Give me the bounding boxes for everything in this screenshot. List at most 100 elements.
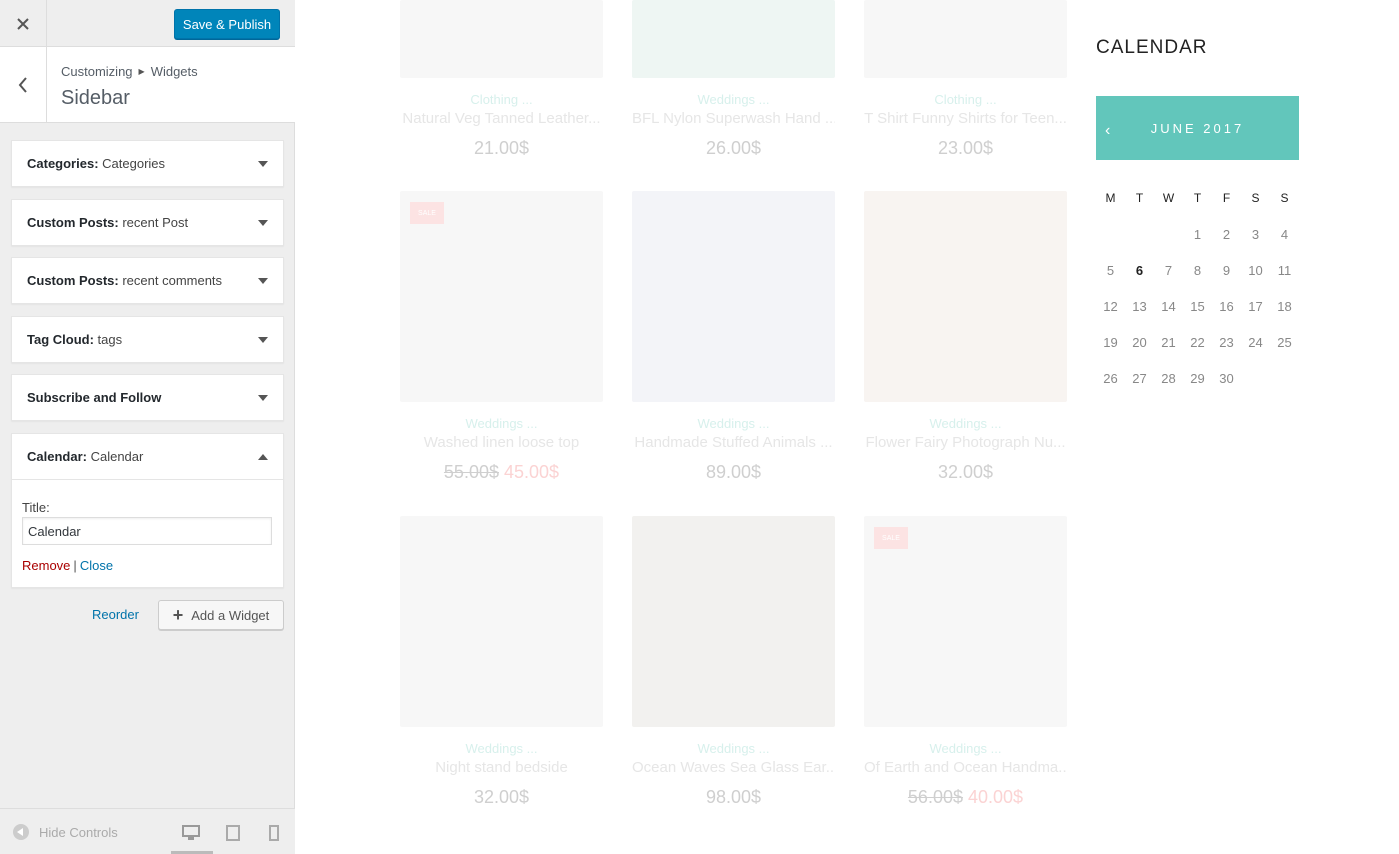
expand-arrow-icon[interactable] <box>258 219 268 226</box>
tablet-preview-button[interactable] <box>223 823 243 843</box>
calendar-week-row: 5 6 7 8 9 10 11 <box>1096 252 1299 288</box>
chevron-left-icon <box>18 77 27 93</box>
breadcrumb-arrow-icon: ▶ <box>138 67 145 76</box>
customizer-footer: Hide Controls <box>0 808 295 854</box>
product-category[interactable]: Weddings ... <box>632 741 835 756</box>
product-card[interactable]: Weddings ... Handmade Stuffed Animals ..… <box>632 191 835 483</box>
calendar-grid: M T W T F S S 1 2 3 4 5 6 7 8 9 10 11 12 13 14 15 16 17 1… <box>1096 180 1299 396</box>
widget-header[interactable]: Subscribe and Follow <box>12 375 283 420</box>
product-name[interactable]: Of Earth and Ocean Handma... <box>864 759 1067 776</box>
calendar-day: 30 <box>1219 370 1234 386</box>
sale-price: 40.00$ <box>968 787 1024 807</box>
product-card[interactable]: Weddings ... BFL Nylon Superwash Hand ..… <box>632 0 835 159</box>
product-category[interactable]: Clothing ... <box>864 92 1067 107</box>
calendar-day: 20 <box>1132 334 1147 350</box>
product-category[interactable]: Weddings ... <box>632 92 835 107</box>
calendar-day: 24 <box>1248 334 1263 350</box>
product-category[interactable]: Weddings ... <box>632 416 835 431</box>
widget-calendar: Calendar: Calendar Title: Remove|Close <box>11 433 284 588</box>
previous-month-icon[interactable]: ‹ <box>1105 122 1110 140</box>
weekday: T <box>1135 191 1144 205</box>
widget-actions: Remove | Close <box>22 558 273 573</box>
product-price: 98.00$ <box>705 787 762 807</box>
product-name[interactable]: Night stand bedside <box>400 759 603 776</box>
product-name[interactable]: Handmade Stuffed Animals ... <box>632 434 835 451</box>
calendar-day: 10 <box>1248 262 1263 278</box>
calendar-day: 25 <box>1277 334 1292 350</box>
title-input[interactable] <box>22 517 272 545</box>
weekday: T <box>1193 191 1202 205</box>
hide-controls-button[interactable]: Hide Controls <box>13 824 118 840</box>
widget-name: Categories: <box>27 156 99 171</box>
product-image[interactable] <box>632 191 835 402</box>
close-link[interactable]: Close <box>80 558 113 573</box>
product-card[interactable]: Weddings ... Flower Fairy Photograph Nu.… <box>864 191 1067 483</box>
product-image[interactable] <box>632 0 835 78</box>
calendar-week-row: 1 2 3 4 <box>1096 216 1299 252</box>
collapse-arrow-icon[interactable] <box>258 453 268 460</box>
calendar-week-row: 26 27 28 29 30 <box>1096 360 1299 396</box>
calendar-day: 29 <box>1190 370 1205 386</box>
calendar-day: 22 <box>1190 334 1205 350</box>
product-card[interactable]: SALE Weddings ... Washed linen loose top… <box>400 191 603 483</box>
expand-arrow-icon[interactable] <box>258 277 268 284</box>
calendar-day: 9 <box>1222 262 1231 278</box>
product-image[interactable] <box>632 516 835 727</box>
widget-name: Calendar: <box>27 449 87 464</box>
product-name[interactable]: BFL Nylon Superwash Hand ... <box>632 110 835 127</box>
product-image[interactable]: SALE <box>400 191 603 402</box>
widget-header[interactable]: Calendar: Calendar <box>12 434 283 479</box>
product-name[interactable]: Flower Fairy Photograph Nu... <box>864 434 1067 451</box>
calendar-day: 18 <box>1277 298 1292 314</box>
widget-header[interactable]: Categories: Categories <box>12 141 283 186</box>
expand-arrow-icon[interactable] <box>258 394 268 401</box>
remove-link[interactable]: Remove <box>22 558 70 573</box>
product-card[interactable]: Clothing ... Natural Veg Tanned Leather.… <box>400 0 603 159</box>
calendar-day: 7 <box>1164 262 1173 278</box>
product-image[interactable] <box>864 191 1067 402</box>
product-card[interactable]: SALE Weddings ... Of Earth and Ocean Han… <box>864 516 1067 808</box>
widget-form: Title: Remove|Close <box>12 479 283 587</box>
product-category[interactable]: Weddings ... <box>400 741 603 756</box>
product-name[interactable]: T Shirt Funny Shirts for Teen... <box>864 110 1067 127</box>
expand-arrow-icon[interactable] <box>258 336 268 343</box>
product-category[interactable]: Weddings ... <box>864 416 1067 431</box>
calendar-day: 3 <box>1251 226 1260 242</box>
widget-name: Subscribe and Follow <box>27 390 162 405</box>
calendar-month-header: ‹ JUNE 2017 <box>1096 96 1299 160</box>
old-price: 55.00$ <box>443 462 499 482</box>
reorder-link[interactable]: Reorder <box>92 607 139 622</box>
weekday: W <box>1162 191 1175 205</box>
save-publish-button[interactable]: Save & Publish <box>174 9 280 39</box>
widget-header[interactable]: Custom Posts: recent comments <box>12 258 283 303</box>
product-image[interactable] <box>864 0 1067 78</box>
product-image[interactable]: SALE <box>864 516 1067 727</box>
product-card[interactable]: Weddings ... Night stand bedside 32.00$ <box>400 516 603 808</box>
desktop-preview-button[interactable] <box>181 823 201 843</box>
product-card[interactable]: Weddings ... Ocean Waves Sea Glass Ear..… <box>632 516 835 808</box>
calendar-day: 26 <box>1103 370 1118 386</box>
mobile-icon <box>269 825 279 841</box>
widget-header[interactable]: Tag Cloud: tags <box>12 317 283 362</box>
product-name[interactable]: Natural Veg Tanned Leather... <box>400 110 603 127</box>
expand-arrow-icon[interactable] <box>258 160 268 167</box>
widget-header[interactable]: Custom Posts: recent Post <box>12 200 283 245</box>
hide-controls-label: Hide Controls <box>39 824 118 840</box>
back-button[interactable] <box>0 47 47 123</box>
product-category[interactable]: Weddings ... <box>400 416 603 431</box>
sale-badge: SALE <box>874 527 908 549</box>
mobile-preview-button[interactable] <box>264 823 284 843</box>
product-image[interactable] <box>400 516 603 727</box>
product-price: 23.00$ <box>937 138 994 158</box>
breadcrumb: Customizing ▶ Widgets <box>61 64 198 79</box>
widget-instance-title: recent Post <box>118 215 189 230</box>
product-card[interactable]: Clothing ... T Shirt Funny Shirts for Te… <box>864 0 1067 159</box>
product-image[interactable] <box>400 0 603 78</box>
close-customizer-button[interactable] <box>0 0 47 47</box>
product-category[interactable]: Weddings ... <box>864 741 1067 756</box>
product-name[interactable]: Washed linen loose top <box>400 434 603 451</box>
breadcrumb-customizing: Customizing <box>61 64 133 79</box>
product-name[interactable]: Ocean Waves Sea Glass Ear... <box>632 759 835 776</box>
add-widget-button[interactable]: + Add a Widget <box>158 600 284 630</box>
product-category[interactable]: Clothing ... <box>400 92 603 107</box>
